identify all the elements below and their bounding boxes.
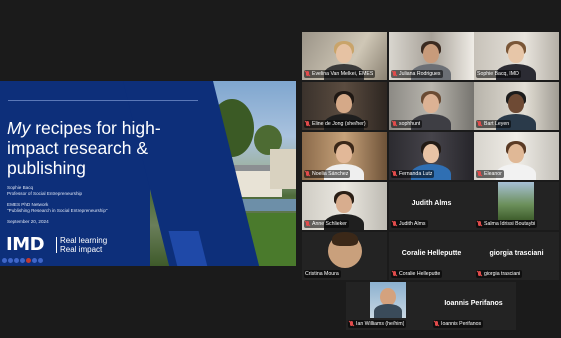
slide-title: My recipes for high-impact research & pu…	[7, 118, 177, 178]
participant-name: Eline de Jong (she/her)	[312, 121, 366, 127]
participant-nameplate: Anne Schlieker	[304, 220, 349, 228]
mic-muted-icon	[349, 321, 354, 327]
mic-muted-icon	[392, 71, 397, 77]
participant-name: Ioannis Perifanos	[441, 321, 482, 327]
mic-muted-icon	[434, 321, 439, 327]
participant-name-large: giorgia trasciani	[489, 250, 544, 257]
participant-tile[interactable]: Anne Schlieker	[302, 182, 387, 230]
slide-title-rest: recipes for high-impact research & publi…	[7, 118, 161, 178]
participant-tile[interactable]: Eleanor	[474, 132, 559, 180]
participant-tile[interactable]: Salma Idrissi Boutaybi	[474, 182, 559, 230]
tagline-line-2: Real impact	[60, 245, 103, 254]
footer-dot	[38, 258, 43, 263]
participant-nameplate: Bart Leyen	[476, 120, 512, 128]
shared-screen-slide: My recipes for high-impact research & pu…	[0, 81, 296, 266]
participant-tile[interactable]: Ian Williams (he/him)	[346, 282, 431, 330]
footer-dot	[2, 258, 7, 263]
participant-nameplate: Fernanda Lutz	[391, 170, 435, 178]
mic-muted-icon	[392, 271, 397, 277]
participant-shoulders	[374, 304, 402, 318]
participant-tile[interactable]: Juliana Rodrigues	[389, 32, 474, 80]
participant-tile[interactable]: Bart Leyen	[474, 82, 559, 130]
participant-name: Bart Leyen	[484, 121, 510, 127]
participant-nameplate: Evelina Van Melkei, EMES	[304, 70, 376, 78]
participant-name: Cristina Moura	[305, 271, 339, 277]
participant-nameplate: Eline de Jong (she/her)	[304, 120, 368, 128]
footer-dot	[20, 258, 25, 263]
participant-tile-no-video[interactable]: giorgia trasciani giorgia trasciani	[474, 232, 559, 280]
participant-hair	[332, 232, 358, 246]
participant-name-large: Coralie Helleputte	[401, 250, 462, 257]
participant-name: Juliana Rodrigues	[399, 71, 441, 77]
participant-name-large: Ioannis Perifanos	[444, 300, 503, 307]
slide-network: EMES PhD Network "Publishing Research in…	[7, 202, 147, 213]
participant-name: Salma Idrissi Boutaybi	[484, 221, 536, 227]
participant-nameplate: Noelia Sánchez	[304, 170, 351, 178]
mic-muted-icon	[305, 71, 310, 77]
imd-logo: IMD	[6, 234, 45, 255]
mic-muted-icon	[392, 171, 397, 177]
slide-date: September 20, 2024	[7, 219, 49, 224]
participant-nameplate: sophhunt	[391, 120, 423, 128]
mic-muted-icon	[305, 171, 310, 177]
participant-name: Judith Alms	[399, 221, 426, 227]
participant-photo	[498, 182, 534, 220]
participant-name: Coralie Helleputte	[399, 271, 441, 277]
participant-name: Sophie Bacq, IMD	[477, 71, 519, 77]
mic-muted-icon	[477, 121, 482, 127]
participant-name: Noelia Sánchez	[312, 171, 349, 177]
tagline-line-1: Real learning	[60, 236, 108, 245]
participant-name: Eleanor	[484, 171, 502, 177]
participant-nameplate: Coralie Helleputte	[391, 270, 443, 278]
footer-dot	[14, 258, 19, 263]
participant-nameplate: Salma Idrissi Boutaybi	[476, 220, 538, 228]
mic-muted-icon	[477, 271, 482, 277]
slide-presenter: Sophie Bacq Professor of Social Entrepre…	[7, 185, 137, 196]
footer-dot	[8, 258, 13, 263]
video-gallery: Evelina Van Melkei, EMES Juliana Rodrigu…	[300, 30, 561, 330]
slide-title-italic: My	[7, 118, 31, 138]
participant-tile[interactable]: Fernanda Lutz	[389, 132, 474, 180]
mic-muted-icon	[392, 221, 397, 227]
participant-name: sophhunt	[399, 121, 421, 127]
participant-name: Fernanda Lutz	[399, 171, 433, 177]
presenter-role: Professor of Social Entrepreneurship	[7, 190, 83, 196]
participant-tile[interactable]: Noelia Sánchez	[302, 132, 387, 180]
participant-nameplate: Cristina Moura	[304, 270, 341, 278]
participant-tile-no-video[interactable]: Ioannis Perifanos Ioannis Perifanos	[431, 282, 516, 330]
mic-muted-icon	[477, 171, 482, 177]
participant-tile[interactable]: sophhunt	[389, 82, 474, 130]
participant-name: Evelina Van Melkei, EMES	[312, 71, 374, 77]
participant-nameplate: Sophie Bacq, IMD	[476, 70, 521, 78]
slide-tagline: Real learning Real impact	[60, 236, 107, 254]
slide-divider	[8, 100, 198, 101]
participant-nameplate: Ioannis Perifanos	[433, 320, 484, 328]
footer-dot	[32, 258, 37, 263]
mic-muted-icon	[477, 221, 482, 227]
participant-tile[interactable]: Evelina Van Melkei, EMES	[302, 32, 387, 80]
participant-name: Ian Williams (he/him)	[356, 321, 405, 327]
participant-tile-no-video[interactable]: Judith Alms Judith Alms	[389, 182, 474, 230]
slide-footer-dots	[2, 258, 43, 263]
participant-nameplate: Juliana Rodrigues	[391, 70, 443, 78]
footer-dot	[26, 258, 31, 263]
participant-tile[interactable]: Eline de Jong (she/her)	[302, 82, 387, 130]
participant-tile-active-speaker[interactable]: Sophie Bacq, IMD	[474, 32, 559, 80]
participant-name: giorgia trasciani	[484, 271, 521, 277]
participant-name-large: Judith Alms	[411, 200, 452, 207]
participant-nameplate: Ian Williams (he/him)	[348, 320, 407, 328]
mic-muted-icon	[392, 121, 397, 127]
participant-tile-no-video[interactable]: Coralie Helleputte Coralie Helleputte	[389, 232, 474, 280]
participant-name: Anne Schlieker	[312, 221, 347, 227]
mic-muted-icon	[305, 221, 310, 227]
participant-nameplate: Eleanor	[476, 170, 504, 178]
network-line-2: "Publishing Research in Social Entrepren…	[7, 207, 108, 213]
participant-nameplate: Judith Alms	[391, 220, 428, 228]
logo-separator	[56, 237, 57, 253]
participant-nameplate: giorgia trasciani	[476, 270, 523, 278]
mic-muted-icon	[305, 121, 310, 127]
participant-tile[interactable]: Cristina Moura	[302, 232, 387, 280]
